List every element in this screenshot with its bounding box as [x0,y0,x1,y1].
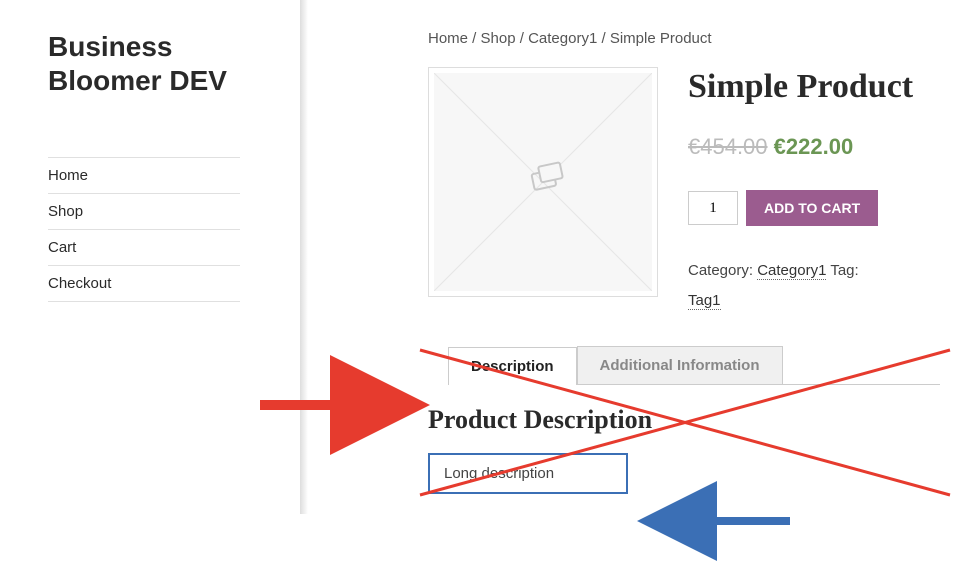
old-price: €454.00 [688,134,768,159]
tab-description[interactable]: Description [448,347,577,385]
breadcrumb-category[interactable]: Category1 [528,30,597,47]
new-price: €222.00 [774,134,854,159]
add-to-cart-row: ADD TO CART [688,190,940,226]
add-to-cart-button[interactable]: ADD TO CART [746,190,878,226]
tag-label: Tag: [826,262,858,279]
site-title: Business Bloomer DEV [48,30,240,97]
section-heading: Product Description [428,405,940,435]
tag-link[interactable]: Tag1 [688,292,721,310]
tabs: Description Additional Information [448,346,940,385]
gap [308,0,358,514]
tabs-section: Description Additional Information Produ… [428,346,940,514]
tab-content: Product Description Long description [428,385,940,514]
long-description-box: Long description [428,453,628,494]
breadcrumb-home[interactable]: Home [428,30,468,47]
breadcrumb-current: Simple Product [610,30,712,47]
product-summary: Simple Product €454.00 €222.00 ADD TO CA… [688,67,940,316]
product-title: Simple Product [688,67,940,106]
nav-item-cart[interactable]: Cart [48,230,240,266]
sidebar: Business Bloomer DEV Home Shop Cart Chec… [0,0,300,514]
nav-item-checkout[interactable]: Checkout [48,266,240,302]
product-image-placeholder [434,73,652,291]
category-link[interactable]: Category1 [757,262,826,280]
nav-item-shop[interactable]: Shop [48,194,240,230]
product-image-column: Sale! [428,67,658,316]
breadcrumb: Home / Shop / Category1 / Simple Product [428,30,940,47]
product-image-frame[interactable] [428,67,658,297]
nav-list: Home Shop Cart Checkout [48,157,240,302]
tab-additional-info[interactable]: Additional Information [577,346,783,384]
product-meta: Category: Category1 Tag: Tag1 [688,256,940,316]
price: €454.00 €222.00 [688,134,940,160]
nav-item-home[interactable]: Home [48,157,240,194]
quantity-input[interactable] [688,191,738,225]
breadcrumb-shop[interactable]: Shop [481,30,516,47]
category-label: Category: [688,262,757,279]
divider [300,0,308,514]
main-content: Home / Shop / Category1 / Simple Product… [358,0,980,514]
